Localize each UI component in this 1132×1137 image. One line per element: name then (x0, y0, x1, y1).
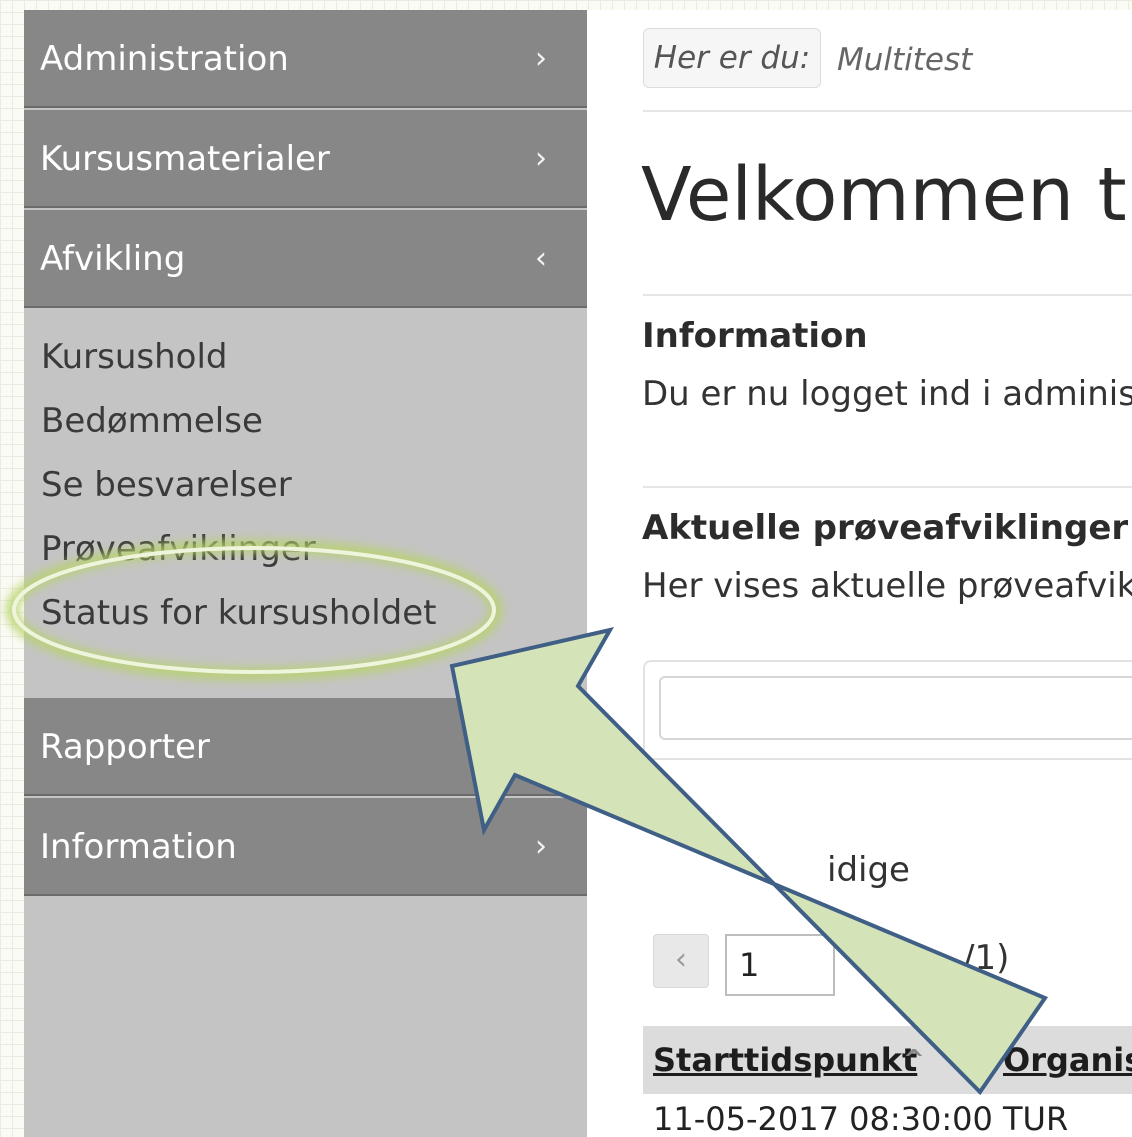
sidebar-item-label: Rapporter (40, 727, 210, 767)
page-count: /1) (963, 938, 1010, 978)
filter-panel (643, 660, 1132, 760)
sidebar-item-administration[interactable]: Administration › (24, 10, 587, 108)
sidebar-item-rapporter[interactable]: Rapporter (24, 698, 587, 796)
sidebar-item-label: Afvikling (40, 239, 186, 279)
submenu-item-status-for-kursusholdet[interactable]: Status for kursusholdet (41, 588, 436, 638)
table-cell-start: 11-05-2017 08:30:00 (653, 1100, 993, 1137)
current-exams-text: Her vises aktuelle prøveafvik (642, 566, 1132, 606)
column-header-starttidspunkt[interactable]: Starttidspunkt (653, 1026, 917, 1094)
breadcrumb-current: Multitest (837, 42, 973, 78)
chevron-right-icon: › (535, 141, 547, 176)
page-number-input[interactable]: 1 (725, 934, 835, 996)
sidebar-item-information[interactable]: Information › (24, 798, 587, 896)
sort-ascending-icon: ^ (903, 1045, 925, 1075)
sidebar: Administration › Kursusmaterialer › Afvi… (24, 10, 587, 1137)
divider (643, 486, 1132, 488)
earlier-label: idige (827, 850, 910, 890)
chevron-right-icon: › (535, 41, 547, 76)
column-header-organisation[interactable]: Organis (1003, 1026, 1132, 1094)
submenu-item-bedommelse[interactable]: Bedømmelse (41, 396, 263, 446)
page-title: Velkommen til (641, 152, 1132, 238)
information-heading: Information (642, 316, 868, 356)
chevron-left-icon: ‹ (535, 241, 547, 276)
main-content: Her er du: Multitest Velkommen til Infor… (587, 10, 1132, 1137)
table-cell-org: TUR (1003, 1100, 1069, 1137)
sidebar-item-label: Administration (40, 39, 289, 79)
submenu-item-kursushold[interactable]: Kursushold (41, 332, 228, 382)
submenu-item-proveafviklinger[interactable]: Prøveafviklinger (41, 524, 316, 574)
current-exams-heading: Aktuelle prøveafviklinger (642, 508, 1129, 548)
breadcrumb-label: Her er du: (643, 28, 821, 88)
sidebar-item-label: Kursusmaterialer (40, 139, 330, 179)
information-text: Du er nu logget ind i adminis (642, 374, 1132, 414)
sidebar-item-label: Information (40, 827, 237, 867)
prev-page-button[interactable]: ‹ (653, 934, 709, 988)
chevron-right-icon: › (535, 829, 547, 864)
divider (643, 294, 1132, 296)
table-header: Starttidspunkt ^ Organis (643, 1026, 1132, 1094)
sidebar-item-kursusmaterialer[interactable]: Kursusmaterialer › (24, 110, 587, 208)
afvikling-submenu: Kursushold Bedømmelse Se besvarelser Prø… (24, 310, 587, 696)
submenu-item-se-besvarelser[interactable]: Se besvarelser (41, 460, 292, 510)
filter-input[interactable] (659, 676, 1132, 740)
divider (643, 110, 1132, 112)
app-screen: Administration › Kursusmaterialer › Afvi… (24, 10, 1132, 1137)
sidebar-item-afvikling[interactable]: Afvikling ‹ (24, 210, 587, 308)
